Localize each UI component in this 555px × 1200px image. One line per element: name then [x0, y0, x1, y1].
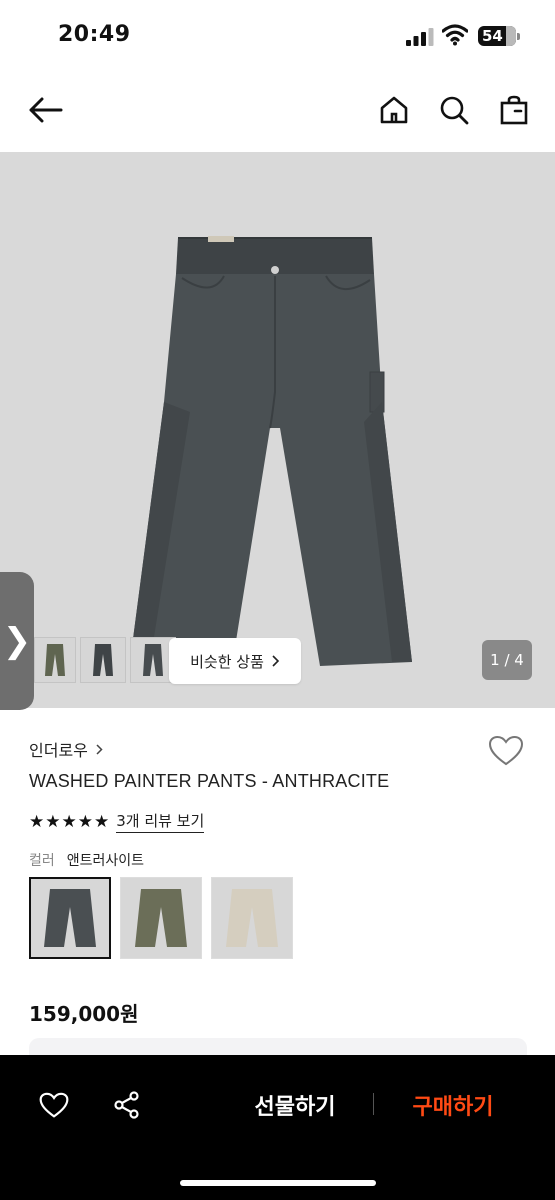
- search-button[interactable]: [434, 90, 474, 130]
- selected-color-value: 앤트러사이트: [66, 853, 145, 869]
- share-icon: [114, 1091, 139, 1119]
- color-row: 컬러 앤트러사이트: [29, 850, 144, 870]
- buy-button[interactable]: 구매하기: [393, 1085, 513, 1125]
- heart-outline-icon: [488, 735, 524, 766]
- thumbnail-olive[interactable]: [34, 637, 76, 683]
- similar-products-label: 비슷한 상품: [190, 652, 264, 671]
- status-bar: 20:49 54: [0, 0, 555, 72]
- thumbnail-anthracite-front[interactable]: [80, 637, 126, 683]
- battery-level: 54: [482, 27, 503, 45]
- cart-button[interactable]: [494, 90, 534, 130]
- swatch-anthracite[interactable]: [29, 877, 111, 959]
- rating-stars: ★★★★★: [29, 811, 111, 832]
- pants-swatch-icon: [226, 889, 278, 947]
- brand-link[interactable]: 인더로우: [29, 737, 103, 761]
- gift-button[interactable]: 선물하기: [235, 1085, 355, 1125]
- pants-thumbnail-icon: [93, 644, 113, 676]
- share-button[interactable]: [107, 1085, 147, 1125]
- home-icon: [380, 96, 408, 124]
- color-swatches: [29, 877, 293, 959]
- nav-bar: [0, 82, 555, 138]
- product-image-gallery[interactable]: [0, 152, 555, 708]
- heart-outline-icon: [39, 1092, 69, 1118]
- chevron-right-icon: [272, 655, 280, 667]
- cellular-signal-icon: [406, 28, 434, 46]
- rating-row: ★★★★★ 3개 리뷰 보기: [29, 810, 205, 833]
- wifi-icon: [442, 24, 468, 46]
- pants-thumbnail-icon: [143, 644, 163, 676]
- pants-swatch-icon: [44, 889, 96, 947]
- chevron-right-icon: ❯: [2, 621, 32, 661]
- thumbnail-strip: [34, 637, 176, 683]
- product-title: WASHED PAINTER PANTS - ANTHRACITE: [29, 771, 390, 791]
- product-photo-pants: [130, 236, 412, 666]
- search-icon: [440, 96, 469, 125]
- bottom-wishlist-button[interactable]: [34, 1085, 74, 1125]
- home-button[interactable]: [374, 90, 414, 130]
- review-link[interactable]: 3개 리뷰 보기: [116, 810, 205, 833]
- color-label: 컬러: [29, 853, 55, 869]
- divider: [373, 1093, 374, 1115]
- pants-swatch-icon: [135, 889, 187, 947]
- chevron-right-icon: [96, 743, 103, 755]
- similar-products-button[interactable]: 비슷한 상품: [169, 638, 301, 684]
- battery-icon: 54: [478, 26, 520, 46]
- back-arrow-icon: [29, 97, 63, 123]
- wishlist-button[interactable]: [488, 735, 524, 771]
- bottom-action-bar: 선물하기 구매하기: [0, 1055, 555, 1200]
- shopping-bag-icon: [500, 95, 528, 125]
- brand-name: 인더로우: [29, 741, 88, 760]
- product-price: 159,000원: [29, 1002, 139, 1026]
- swatch-ecru[interactable]: [211, 877, 293, 959]
- back-button[interactable]: [26, 90, 66, 130]
- status-time: 20:49: [58, 22, 131, 47]
- pants-thumbnail-icon: [45, 644, 65, 676]
- image-page-indicator: 1 / 4: [482, 640, 532, 680]
- swatch-olive[interactable]: [120, 877, 202, 959]
- side-panel-toggle[interactable]: ❯: [0, 572, 34, 710]
- home-indicator: [180, 1180, 376, 1186]
